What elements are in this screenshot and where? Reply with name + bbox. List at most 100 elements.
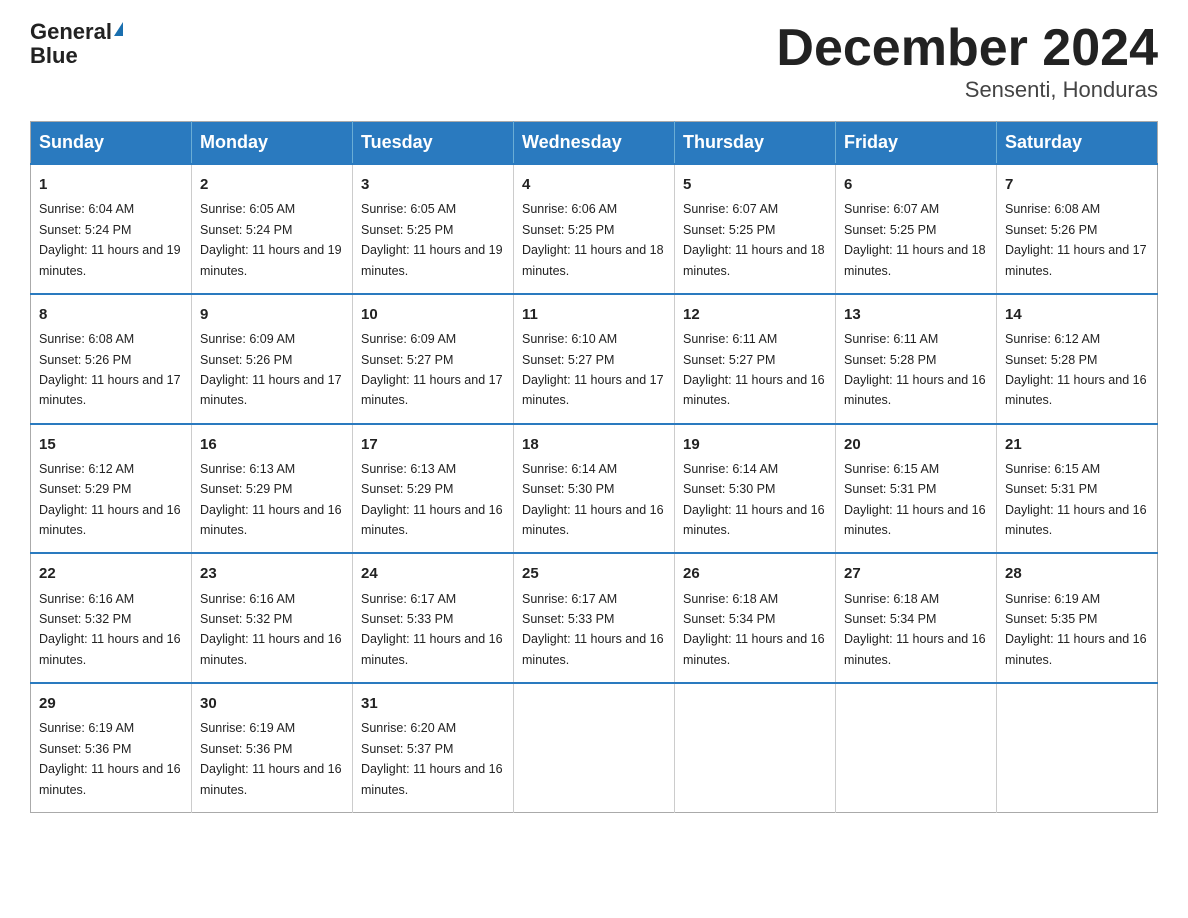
day-info: Sunrise: 6:17 AMSunset: 5:33 PMDaylight:… [361,592,503,667]
calendar-cell: 9 Sunrise: 6:09 AMSunset: 5:26 PMDaylight… [192,294,353,424]
calendar-cell: 21 Sunrise: 6:15 AMSunset: 5:31 PMDayligh… [997,424,1158,554]
calendar-cell: 31 Sunrise: 6:20 AMSunset: 5:37 PMDayligh… [353,683,514,812]
calendar-cell: 15 Sunrise: 6:12 AMSunset: 5:29 PMDayligh… [31,424,192,554]
day-number: 5 [683,173,827,196]
logo-triangle-icon [114,22,123,36]
col-header-tuesday: Tuesday [353,122,514,165]
day-number: 4 [522,173,666,196]
day-info: Sunrise: 6:08 AMSunset: 5:26 PMDaylight:… [1005,202,1147,277]
logo-text-general: General [30,20,112,44]
calendar-cell [675,683,836,812]
day-info: Sunrise: 6:08 AMSunset: 5:26 PMDaylight:… [39,332,181,407]
day-info: Sunrise: 6:14 AMSunset: 5:30 PMDaylight:… [522,462,664,537]
calendar-table: SundayMondayTuesdayWednesdayThursdayFrid… [30,121,1158,813]
day-number: 11 [522,303,666,326]
day-number: 18 [522,433,666,456]
day-number: 26 [683,562,827,585]
day-info: Sunrise: 6:05 AMSunset: 5:24 PMDaylight:… [200,202,342,277]
day-info: Sunrise: 6:13 AMSunset: 5:29 PMDaylight:… [200,462,342,537]
calendar-cell: 4Sunrise: 6:06 AMSunset: 5:25 PMDaylight… [514,164,675,294]
day-number: 31 [361,692,505,715]
day-info: Sunrise: 6:12 AMSunset: 5:28 PMDaylight:… [1005,332,1147,407]
day-number: 8 [39,303,183,326]
day-number: 15 [39,433,183,456]
calendar-cell: 30 Sunrise: 6:19 AMSunset: 5:36 PMDayligh… [192,683,353,812]
day-info: Sunrise: 6:07 AMSunset: 5:25 PMDaylight:… [844,202,986,277]
calendar-cell: 25 Sunrise: 6:17 AMSunset: 5:33 PMDayligh… [514,553,675,683]
calendar-week-1: 1 Sunrise: 6:04 AMSunset: 5:24 PMDaylight… [31,164,1158,294]
col-header-sunday: Sunday [31,122,192,165]
day-number: 10 [361,303,505,326]
day-number: 9 [200,303,344,326]
day-number: 3 [361,173,505,196]
day-info: Sunrise: 6:12 AMSunset: 5:29 PMDaylight:… [39,462,181,537]
day-number: 19 [683,433,827,456]
day-number: 12 [683,303,827,326]
day-number: 24 [361,562,505,585]
calendar-cell: 1 Sunrise: 6:04 AMSunset: 5:24 PMDaylight… [31,164,192,294]
day-info: Sunrise: 6:16 AMSunset: 5:32 PMDaylight:… [39,592,181,667]
day-number: 22 [39,562,183,585]
col-header-monday: Monday [192,122,353,165]
day-info: Sunrise: 6:19 AMSunset: 5:36 PMDaylight:… [39,721,181,796]
calendar-week-4: 22 Sunrise: 6:16 AMSunset: 5:32 PMDayligh… [31,553,1158,683]
calendar-cell: 3 Sunrise: 6:05 AMSunset: 5:25 PMDaylight… [353,164,514,294]
page-header: General Blue December 2024 Sensenti, Hon… [30,20,1158,103]
day-number: 23 [200,562,344,585]
day-number: 30 [200,692,344,715]
calendar-cell [997,683,1158,812]
calendar-cell: 5Sunrise: 6:07 AMSunset: 5:25 PMDaylight… [675,164,836,294]
calendar-cell: 11 Sunrise: 6:10 AMSunset: 5:27 PMDayligh… [514,294,675,424]
col-header-saturday: Saturday [997,122,1158,165]
day-number: 28 [1005,562,1149,585]
day-info: Sunrise: 6:09 AMSunset: 5:26 PMDaylight:… [200,332,342,407]
calendar-cell: 7 Sunrise: 6:08 AMSunset: 5:26 PMDaylight… [997,164,1158,294]
col-header-wednesday: Wednesday [514,122,675,165]
calendar-cell: 24 Sunrise: 6:17 AMSunset: 5:33 PMDayligh… [353,553,514,683]
day-number: 16 [200,433,344,456]
calendar-cell: 2 Sunrise: 6:05 AMSunset: 5:24 PMDaylight… [192,164,353,294]
day-info: Sunrise: 6:18 AMSunset: 5:34 PMDaylight:… [844,592,986,667]
calendar-week-3: 15 Sunrise: 6:12 AMSunset: 5:29 PMDayligh… [31,424,1158,554]
calendar-cell: 6 Sunrise: 6:07 AMSunset: 5:25 PMDaylight… [836,164,997,294]
logo: General Blue [30,20,123,68]
col-header-thursday: Thursday [675,122,836,165]
day-number: 25 [522,562,666,585]
day-info: Sunrise: 6:20 AMSunset: 5:37 PMDaylight:… [361,721,503,796]
day-number: 17 [361,433,505,456]
calendar-cell: 16 Sunrise: 6:13 AMSunset: 5:29 PMDayligh… [192,424,353,554]
day-info: Sunrise: 6:09 AMSunset: 5:27 PMDaylight:… [361,332,503,407]
day-number: 21 [1005,433,1149,456]
day-number: 27 [844,562,988,585]
col-header-friday: Friday [836,122,997,165]
day-info: Sunrise: 6:05 AMSunset: 5:25 PMDaylight:… [361,202,503,277]
calendar-cell: 20 Sunrise: 6:15 AMSunset: 5:31 PMDayligh… [836,424,997,554]
day-info: Sunrise: 6:13 AMSunset: 5:29 PMDaylight:… [361,462,503,537]
calendar-cell: 26Sunrise: 6:18 AMSunset: 5:34 PMDayligh… [675,553,836,683]
day-info: Sunrise: 6:15 AMSunset: 5:31 PMDaylight:… [844,462,986,537]
calendar-cell: 10 Sunrise: 6:09 AMSunset: 5:27 PMDayligh… [353,294,514,424]
day-number: 29 [39,692,183,715]
day-number: 20 [844,433,988,456]
logo-text-blue: Blue [30,44,78,68]
calendar-cell: 22 Sunrise: 6:16 AMSunset: 5:32 PMDayligh… [31,553,192,683]
day-info: Sunrise: 6:17 AMSunset: 5:33 PMDaylight:… [522,592,664,667]
calendar-cell: 14 Sunrise: 6:12 AMSunset: 5:28 PMDayligh… [997,294,1158,424]
calendar-cell: 13Sunrise: 6:11 AMSunset: 5:28 PMDayligh… [836,294,997,424]
calendar-cell: 17 Sunrise: 6:13 AMSunset: 5:29 PMDayligh… [353,424,514,554]
day-number: 1 [39,173,183,196]
day-number: 7 [1005,173,1149,196]
day-info: Sunrise: 6:11 AMSunset: 5:27 PMDaylight:… [683,332,825,407]
day-info: Sunrise: 6:19 AMSunset: 5:36 PMDaylight:… [200,721,342,796]
calendar-cell: 29 Sunrise: 6:19 AMSunset: 5:36 PMDayligh… [31,683,192,812]
day-info: Sunrise: 6:15 AMSunset: 5:31 PMDaylight:… [1005,462,1147,537]
day-number: 14 [1005,303,1149,326]
calendar-subtitle: Sensenti, Honduras [776,77,1158,103]
calendar-cell [514,683,675,812]
calendar-cell: 18 Sunrise: 6:14 AMSunset: 5:30 PMDayligh… [514,424,675,554]
day-number: 2 [200,173,344,196]
day-number: 6 [844,173,988,196]
day-info: Sunrise: 6:10 AMSunset: 5:27 PMDaylight:… [522,332,664,407]
calendar-cell [836,683,997,812]
day-info: Sunrise: 6:04 AMSunset: 5:24 PMDaylight:… [39,202,181,277]
